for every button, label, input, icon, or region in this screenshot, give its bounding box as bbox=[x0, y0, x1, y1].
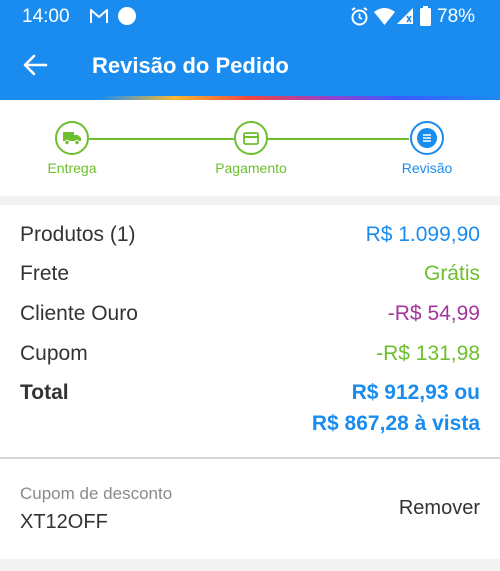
step-pagamento-circle bbox=[234, 121, 268, 155]
step-pagamento-label: Pagamento bbox=[215, 160, 287, 176]
checkout-stepper: Entrega Pagamento Revisão bbox=[0, 100, 500, 196]
alarm-icon bbox=[351, 7, 368, 26]
signal-icon bbox=[397, 8, 413, 24]
coupon-label: Cupom de desconto bbox=[20, 484, 173, 503]
page-title: Revisão do Pedido bbox=[92, 53, 289, 78]
cupom-label: Cupom bbox=[20, 342, 88, 365]
total-label: Total bbox=[20, 381, 69, 404]
truck-icon bbox=[63, 132, 81, 145]
app-bar: Revisão do Pedido bbox=[0, 34, 500, 96]
status-time: 14:00 bbox=[22, 6, 70, 27]
order-summary: Produtos (1) R$ 1.099,90 Frete Grátis Cl… bbox=[0, 205, 500, 457]
total-value-line2: R$ 867,28 à vista bbox=[311, 412, 480, 435]
cliente-ouro-value: -R$ 54,99 bbox=[387, 302, 480, 325]
step-pagamento: Pagamento bbox=[211, 121, 291, 176]
frete-label: Frete bbox=[20, 262, 70, 285]
cliente-ouro-label: Cliente Ouro bbox=[20, 302, 138, 325]
step-revisao-label: Revisão bbox=[401, 160, 453, 176]
battery-icon bbox=[420, 6, 431, 26]
cupom-value: -R$ 131,98 bbox=[376, 342, 480, 365]
document-icon bbox=[417, 128, 437, 148]
frete-value: Grátis bbox=[423, 262, 480, 285]
summary-row-total: Total R$ 912,93 ou R$ 867,28 à vista bbox=[20, 381, 480, 441]
produtos-value: R$ 1.099,90 bbox=[365, 223, 480, 246]
step-entrega-circle bbox=[55, 121, 89, 155]
step-revisao: Revisão bbox=[396, 121, 458, 176]
step-entrega: Entrega bbox=[42, 121, 102, 176]
coupon-code: XT12OFF bbox=[20, 511, 108, 533]
card-icon bbox=[243, 131, 259, 145]
remove-coupon-button[interactable]: Remover bbox=[399, 497, 480, 520]
total-value-line1: R$ 912,93 ou bbox=[351, 381, 480, 404]
status-bar: 14:00 78% bbox=[0, 0, 500, 34]
step-revisao-circle bbox=[410, 121, 444, 155]
produtos-label: Produtos (1) bbox=[20, 223, 136, 246]
arrow-left-icon[interactable] bbox=[22, 53, 48, 77]
wifi-icon bbox=[374, 8, 395, 25]
step-entrega-label: Entrega bbox=[47, 160, 97, 176]
mail-icon bbox=[90, 9, 108, 23]
coupon-section: Cupom de desconto XT12OFF Remover bbox=[0, 459, 500, 559]
notification-dot-icon bbox=[118, 7, 136, 25]
battery-percent: 78% bbox=[437, 6, 476, 27]
